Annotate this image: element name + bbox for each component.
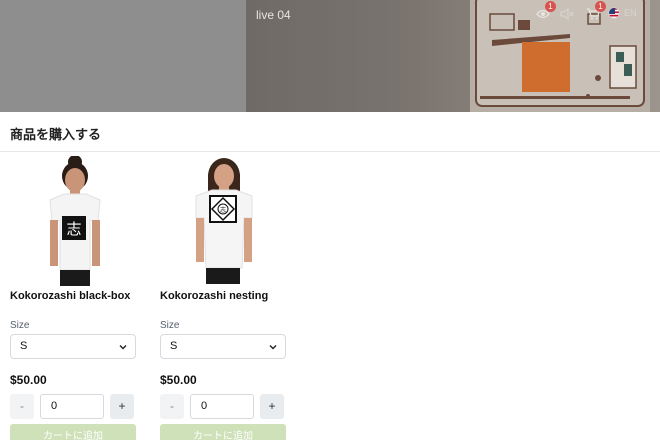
mute-icon [560, 8, 574, 20]
size-value: S [170, 340, 178, 352]
size-label: Size [160, 320, 180, 331]
size-select[interactable]: S [10, 334, 136, 359]
shirt-print-glyph: 志 [66, 220, 81, 238]
product-card: 志 Kokorozashi black-box Size S $50.00 - … [10, 156, 136, 440]
mute-button[interactable] [560, 6, 574, 22]
add-to-cart-button[interactable]: カートに追加 [160, 424, 286, 440]
language-label: EN [624, 8, 637, 18]
add-to-cart-button[interactable]: カートに追加 [10, 424, 136, 440]
cart-button[interactable]: 1 [586, 1, 606, 22]
panel-divider [0, 151, 660, 152]
model-photo: 志 [195, 158, 253, 284]
product-price: $50.00 [10, 373, 47, 387]
product-name: Kokorozashi nesting [160, 290, 269, 302]
viewer-count-badge: 1 [545, 1, 556, 12]
chevron-down-icon [269, 345, 277, 350]
model-photo: 志 [49, 156, 101, 286]
increase-quantity-button[interactable]: + [260, 394, 284, 419]
language-selector[interactable]: EN [608, 7, 637, 19]
us-flag-icon [608, 7, 620, 19]
cart-count-badge: 1 [595, 1, 606, 12]
decrease-quantity-button[interactable]: - [160, 394, 184, 419]
increase-quantity-button[interactable]: + [110, 394, 134, 419]
quantity-input[interactable]: 0 [40, 394, 104, 419]
product-name: Kokorozashi black-box [10, 290, 131, 302]
viewers-button[interactable]: 1 [536, 1, 556, 22]
shirt-print-glyph: 志 [220, 206, 226, 214]
size-label: Size [10, 320, 30, 331]
product-image[interactable]: 志 [160, 156, 286, 286]
quantity-stepper: - 0 + [10, 394, 136, 419]
product-image[interactable]: 志 [10, 156, 136, 286]
panel-title: 商品を購入する [10, 127, 102, 142]
decrease-quantity-button[interactable]: - [10, 394, 34, 419]
stream-title: live 04 [256, 8, 291, 22]
product-price: $50.00 [160, 373, 197, 387]
product-card: 志 Kokorozashi nesting Size S $50.00 - 0 … [160, 156, 286, 440]
size-value: S [20, 340, 28, 352]
quantity-input[interactable]: 0 [190, 394, 254, 419]
size-select[interactable]: S [160, 334, 286, 359]
chevron-down-icon [119, 345, 127, 350]
quantity-stepper: - 0 + [160, 394, 286, 419]
purchase-panel: 商品を購入する 志 Kokorozashi black-box Size S $… [0, 112, 660, 440]
video-stage: live 04 1 1 EN [0, 0, 660, 112]
